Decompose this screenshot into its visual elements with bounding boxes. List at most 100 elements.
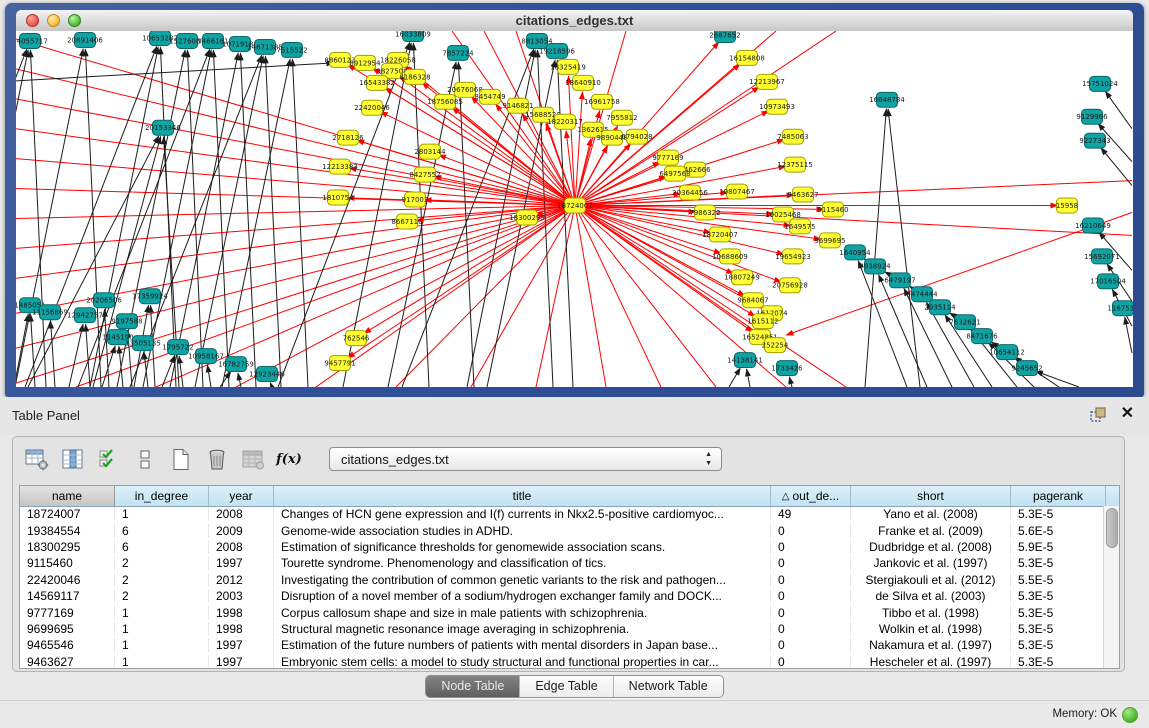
network-window-titlebar[interactable]: citations_edges.txt <box>16 10 1133 32</box>
scrollbar-thumb[interactable] <box>1106 508 1118 548</box>
graph-node-label: 18756085 <box>427 98 463 106</box>
table-cell: 5.6E-5 <box>1011 524 1106 538</box>
graph-node-label: 12213383 <box>322 163 358 171</box>
graph-node-label: 2687652 <box>709 31 740 39</box>
graph-edge <box>170 53 238 387</box>
column-header-pagerank[interactable]: pagerank <box>1011 486 1106 506</box>
graph-node-label: 9457791 <box>324 359 355 367</box>
close-panel-icon[interactable]: ✕ <box>1121 405 1134 423</box>
vertical-scrollbar[interactable] <box>1103 506 1119 668</box>
table-cell: Embryonic stem cells: a model to study s… <box>274 655 771 669</box>
graph-node-label: 7857224 <box>442 49 474 57</box>
table-toolbar: f(x) citations_edges.txt ▲▼ <box>25 444 722 474</box>
graph-edge <box>888 109 920 387</box>
table-cell: 2008 <box>209 507 274 521</box>
table-panel-header: Table Panel ✕ <box>0 397 1149 435</box>
tab-edge-table[interactable]: Edge Table <box>520 676 613 697</box>
table-cell: Franke et al. (2009) <box>851 524 1011 538</box>
column-header-title[interactable]: title <box>274 486 771 506</box>
table-cell: Tourette syndrome. Phenomenology and cla… <box>274 556 771 570</box>
table-cell: 0 <box>771 524 851 538</box>
table-row[interactable]: 969969511998Structural magnetic resonanc… <box>20 621 1104 637</box>
graph-node-label: 20206506 <box>86 297 122 305</box>
column-header-short[interactable]: short <box>851 486 1011 506</box>
table-cell: Wolkin et al. (1998) <box>851 622 1011 636</box>
table-row[interactable]: 1830029562008Estimation of significance … <box>20 539 1104 555</box>
column-header-label: in_degree <box>135 489 188 503</box>
graph-node-label: 2803144 <box>414 148 446 156</box>
table-cell: 19384554 <box>20 524 115 538</box>
graph-edge <box>1125 317 1132 353</box>
column-header-year[interactable]: year <box>209 486 274 506</box>
table-cell: 14569117 <box>20 589 115 603</box>
graph-node-label: 8471676 <box>966 333 997 341</box>
graph-edge <box>1105 91 1132 129</box>
table-cell: 2003 <box>209 589 274 603</box>
node-table: name in_degree yeartitle△out_de...shortpag… <box>19 485 1120 669</box>
table-cell: Estimation of significance thresholds fo… <box>274 540 771 554</box>
graph-node-label: 16210649 <box>1075 222 1111 230</box>
table-selector-dropdown[interactable]: citations_edges.txt ▲▼ <box>329 447 722 471</box>
table-row[interactable]: 946554611997Estimation of the future num… <box>20 637 1104 653</box>
table-cell: Yano et al. (2008) <box>851 507 1011 521</box>
graph-node-label: 6479197 <box>884 277 915 285</box>
memory-status-label: Memory: OK <box>1052 708 1117 720</box>
select-rows-icon[interactable] <box>97 448 121 471</box>
table-row[interactable]: 911546021997Tourette syndrome. Phenomeno… <box>20 555 1104 571</box>
table-cell: Hescheler et al. (1997) <box>851 655 1011 669</box>
table-cell: Disruption of a novel member of a sodium… <box>274 589 771 603</box>
column-header-in_degree[interactable]: in_degree <box>115 486 209 506</box>
new-column-icon[interactable] <box>169 448 193 471</box>
table-cell: Estimation of the future numbers of pati… <box>274 638 771 652</box>
graph-node-label: 9146821 <box>502 102 533 110</box>
function-builder-icon[interactable]: f(x) <box>277 448 301 471</box>
table-cell: 9777169 <box>20 606 115 620</box>
graph-node-label: 16543382 <box>359 79 395 87</box>
table-row[interactable]: 1938455462009Genome-wide association stu… <box>20 522 1104 538</box>
float-panel-icon[interactable] <box>1090 407 1107 423</box>
table-row[interactable]: 1456911722003Disruption of a novel membe… <box>20 588 1104 604</box>
table-cell: 0 <box>771 573 851 587</box>
delete-column-icon[interactable] <box>205 448 229 471</box>
table-options-icon[interactable] <box>25 448 49 471</box>
tab-network-table[interactable]: Network Table <box>614 676 723 697</box>
table-cell: Stergiakouli et al. (2012) <box>851 573 1011 587</box>
table-row[interactable]: 946362711997Embryonic stem cells: a mode… <box>20 654 1104 669</box>
graph-node-label: 12923446 <box>249 370 285 378</box>
table-cell: Genome-wide association studies in ADHD. <box>274 524 771 538</box>
column-header-name[interactable]: name <box>20 486 115 506</box>
table-row[interactable]: 1872400712008Changes of HCN gene express… <box>20 506 1104 522</box>
graph-node-label: 22420046 <box>354 104 390 112</box>
table-cell: 5.3E-5 <box>1011 556 1106 570</box>
citation-network-graph[interactable]: 1872400788601238912954182260589827508818… <box>16 31 1133 387</box>
table-row[interactable]: 977716911998Corpus callosum shape and si… <box>20 604 1104 620</box>
graph-node-label: 9129966 <box>1076 113 1107 121</box>
show-column-icon[interactable] <box>61 448 85 471</box>
column-header-out_de[interactable]: △out_de... <box>771 486 851 506</box>
graph-node-label: 16961758 <box>584 98 620 106</box>
network-canvas[interactable]: 1872400788601238912954182260589827508818… <box>16 31 1133 387</box>
table-cell: 5.3E-5 <box>1011 638 1106 652</box>
graph-node-label: 15692071 <box>1084 253 1120 261</box>
graph-edge <box>144 352 148 387</box>
table-cell: 0 <box>771 540 851 554</box>
column-header-label: name <box>52 489 82 503</box>
graph-node-label: 16154808 <box>729 54 765 62</box>
graph-edge <box>69 324 83 387</box>
table-panel-title: Table Panel <box>12 408 80 423</box>
graph-edge <box>51 321 55 387</box>
table-cell: 1997 <box>209 638 274 652</box>
table-cell: 1 <box>115 606 209 620</box>
graph-edge <box>347 206 575 359</box>
graph-node-label: 18325419 <box>550 63 586 71</box>
tab-node-table[interactable]: Node Table <box>426 676 520 697</box>
graph-edge <box>747 369 750 387</box>
table-cell: 5.3E-5 <box>1011 606 1106 620</box>
graph-node-label: 9227343 <box>1079 137 1110 145</box>
graph-node-label: 14055717 <box>16 37 48 45</box>
table-cell: 0 <box>771 606 851 620</box>
row-height-icon[interactable] <box>133 448 157 471</box>
table-row[interactable]: 2242004622012Investigating the contribut… <box>20 572 1104 588</box>
graph-edge <box>179 356 183 387</box>
graph-node-label: 7955812 <box>606 114 637 122</box>
